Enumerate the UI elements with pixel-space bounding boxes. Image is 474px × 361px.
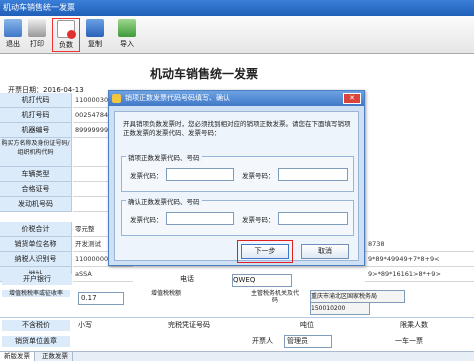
row-label: 机打代码 (0, 93, 72, 108)
confirm-code-input[interactable] (166, 212, 234, 225)
close-icon[interactable]: ✕ (343, 93, 361, 104)
exit-label: 退出 (6, 40, 20, 48)
tab-new-invoice[interactable]: 新版发票 (0, 352, 35, 361)
tax-office-label: 主管税务机关及代码 (250, 290, 299, 304)
account-label: 开户银行 (2, 274, 72, 285)
note-value: 一车一票 (395, 337, 423, 345)
number-label: 发票号码： (242, 172, 275, 180)
original-invoice-group: 销项正数发票代码、号码 发票代码： 发票号码： (121, 152, 354, 192)
phone-label: 电话 (180, 275, 194, 283)
confirm-dialog: 销项正数发票代码号码填写、确认 ✕ 开具销项负数发票时，您必须找到相对应的销项正… (108, 90, 365, 266)
negative-button[interactable]: 负数 (52, 18, 80, 52)
tax-office-code-field[interactable]: 150010200 (310, 302, 370, 315)
row-label: 购买方名称及身份证号码/组织机构代码 (0, 138, 72, 167)
right-value: 9*89*49949+7*8+9< (365, 252, 474, 267)
import-icon (118, 19, 136, 37)
code-label: 发票代码： (130, 172, 163, 180)
row-label: 销货单位名称 (0, 237, 72, 252)
sheet-tabs: 新版发票 正数发票 (0, 351, 474, 361)
negative-label: 负数 (59, 41, 73, 49)
tax-amount-label: 增值税税额 (150, 290, 181, 297)
drawer-label: 开票人 (252, 337, 273, 345)
tonnage-label: 吨位 (300, 321, 314, 329)
import-label: 导入 (120, 40, 134, 48)
invoice-code-input[interactable] (166, 168, 234, 181)
negative-invoice-icon (57, 20, 76, 39)
row-label: 车辆类型 (0, 167, 72, 182)
right-value: 8738 (365, 237, 474, 252)
copy-icon (86, 19, 104, 37)
invoice-number-input[interactable] (278, 168, 348, 181)
group-label: 确认正数发票代码、号码 (126, 196, 202, 206)
tab-positive-invoice[interactable]: 正数发票 (38, 352, 73, 361)
row-value[interactable]: aSSA (73, 267, 133, 282)
dialog-app-icon (112, 94, 121, 103)
exit-icon (4, 19, 22, 37)
copy-label: 复制 (88, 40, 102, 48)
exit-button[interactable]: 退出 (2, 18, 24, 52)
row-label: 机器编号 (0, 123, 72, 138)
cancel-button[interactable]: 取消 (301, 244, 349, 259)
row-label: 发动机号码 (0, 197, 72, 212)
cert-label: 完税凭证号码 (168, 321, 210, 329)
drawer-field[interactable]: 管理员 (284, 335, 332, 348)
copy-button[interactable]: 复制 (84, 18, 106, 52)
dialog-title: 销项正数发票代码号码填写、确认 (125, 94, 230, 102)
phone-field[interactable]: QWEQ (232, 274, 292, 287)
group-label: 销项正数发票代码、号码 (126, 152, 202, 162)
toolbar: 退出 打印 负数 复制 导入 (0, 16, 474, 54)
confirm-invoice-group: 确认正数发票代码、号码 发票代码： 发票号码： (121, 196, 354, 236)
window-title: 机动车销售统一发票 (3, 3, 75, 12)
print-label: 打印 (30, 40, 44, 48)
window-titlebar: 机动车销售统一发票 (0, 0, 474, 16)
tax-rate-select[interactable]: 0.17 (78, 292, 124, 305)
printer-icon (28, 19, 46, 37)
row-label: 价税合计 (0, 222, 72, 237)
right-value: 9>*89*16161>8*+9> (365, 267, 474, 282)
tax-rate-label: 增值税税率或征收率 (2, 290, 70, 297)
confirm-number-input[interactable] (278, 212, 348, 225)
row-label: 合格证号 (0, 182, 72, 197)
print-button[interactable]: 打印 (26, 18, 48, 52)
invoice-title: 机动车销售统一发票 (150, 67, 259, 81)
number-label: 发票号码： (242, 216, 275, 224)
row-label: 机打号码 (0, 108, 72, 123)
highlight-frame (237, 240, 293, 263)
dialog-message: 开具销项负数发票时，您必须找到相对应的销项正数发票。请您在下面填写销项正数发票的… (123, 120, 351, 137)
dialog-body: 开具销项负数发票时，您必须找到相对应的销项正数发票。请您在下面填写销项正数发票的… (114, 111, 359, 263)
import-button[interactable]: 导入 (116, 18, 138, 52)
unit-label: 小写 (78, 321, 92, 329)
row-label: 纳税人识别号 (0, 252, 72, 267)
seller-stamp-label: 销货单位盖章 (2, 336, 70, 347)
dialog-titlebar: 销项正数发票代码号码填写、确认 ✕ (109, 91, 364, 106)
excl-tax-label: 不含税价 (2, 320, 70, 331)
code-label: 发票代码： (130, 216, 163, 224)
passengers-label: 限乘人数 (400, 321, 428, 329)
